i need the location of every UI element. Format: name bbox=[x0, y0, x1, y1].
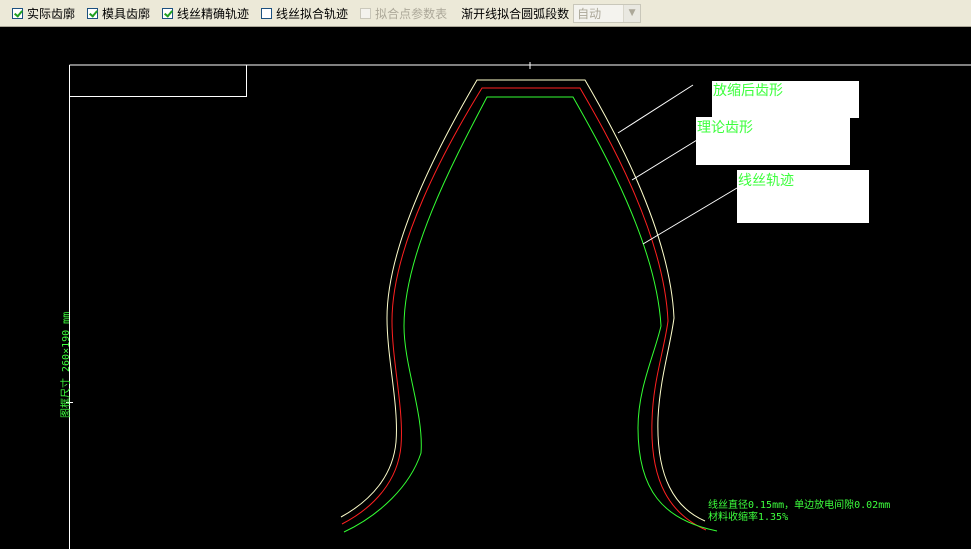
chevron-down-icon: ▼ bbox=[623, 4, 641, 22]
checkbox-wire-fit-path[interactable]: 线丝拟合轨迹 bbox=[261, 5, 348, 22]
checkbox-wire-fit-path-label: 线丝拟合轨迹 bbox=[276, 6, 349, 21]
checkbox-wire-exact-path-label: 线丝精确轨迹 bbox=[177, 6, 250, 21]
checkbox-die-profile-label: 模具齿廓 bbox=[102, 6, 151, 21]
checkbox-fit-point-table: 拟合点参数表 bbox=[360, 5, 447, 22]
wire-path-label: 线丝轨迹 bbox=[738, 173, 794, 189]
leader-line-wire bbox=[642, 187, 738, 245]
checkbox-fit-point-table-box bbox=[360, 7, 372, 19]
toolbar: 实际齿廓 模具齿廓 线丝精确轨迹 线丝拟合轨迹 拟合点参数表 渐开线拟合圆弧段数… bbox=[0, 0, 971, 27]
leader-line-scaled bbox=[617, 84, 694, 134]
checkbox-die-profile[interactable]: 模具齿廓 bbox=[87, 5, 150, 22]
scaled-profile-label: 放缩后齿形 bbox=[713, 83, 783, 99]
process-note: 线丝直径0.15mm，单边放电间隙0.02mm 材料收缩率1.35% bbox=[708, 500, 890, 524]
checkbox-fit-point-table-label: 拟合点参数表 bbox=[375, 6, 448, 21]
arc-segments-select: 自动 ▼ bbox=[573, 3, 642, 23]
process-note-line2: 材料收缩率1.35% bbox=[708, 512, 789, 523]
theory-profile-label: 理论齿形 bbox=[697, 120, 753, 136]
checkbox-wire-fit-path-box[interactable] bbox=[261, 7, 273, 19]
frame-size-label: 图框尺寸 260×190 mm bbox=[61, 311, 72, 418]
scaled-profile-curve bbox=[340, 79, 706, 522]
checkbox-die-profile-box[interactable] bbox=[87, 7, 99, 19]
checkbox-wire-exact-path[interactable]: 线丝精确轨迹 bbox=[162, 5, 249, 22]
drawing-canvas[interactable]: 放缩后齿形 理论齿形 线丝轨迹 图框尺寸 260×190 mm 线丝直径0.15… bbox=[0, 28, 971, 549]
checkbox-wire-exact-path-box[interactable] bbox=[162, 7, 174, 19]
checkbox-actual-profile-label: 实际齿廓 bbox=[27, 6, 76, 21]
arc-segments-label: 渐开线拟合圆弧段数 bbox=[461, 6, 570, 21]
checkbox-actual-profile-box[interactable] bbox=[12, 7, 23, 19]
process-note-line1: 线丝直径0.15mm，单边放电间隙0.02mm bbox=[708, 500, 891, 511]
arc-segments-value: 自动 bbox=[577, 6, 602, 21]
theory-profile-curve bbox=[341, 87, 707, 531]
checkbox-actual-profile[interactable]: 实际齿廓 bbox=[12, 5, 75, 22]
leader-line-theory bbox=[631, 139, 698, 181]
